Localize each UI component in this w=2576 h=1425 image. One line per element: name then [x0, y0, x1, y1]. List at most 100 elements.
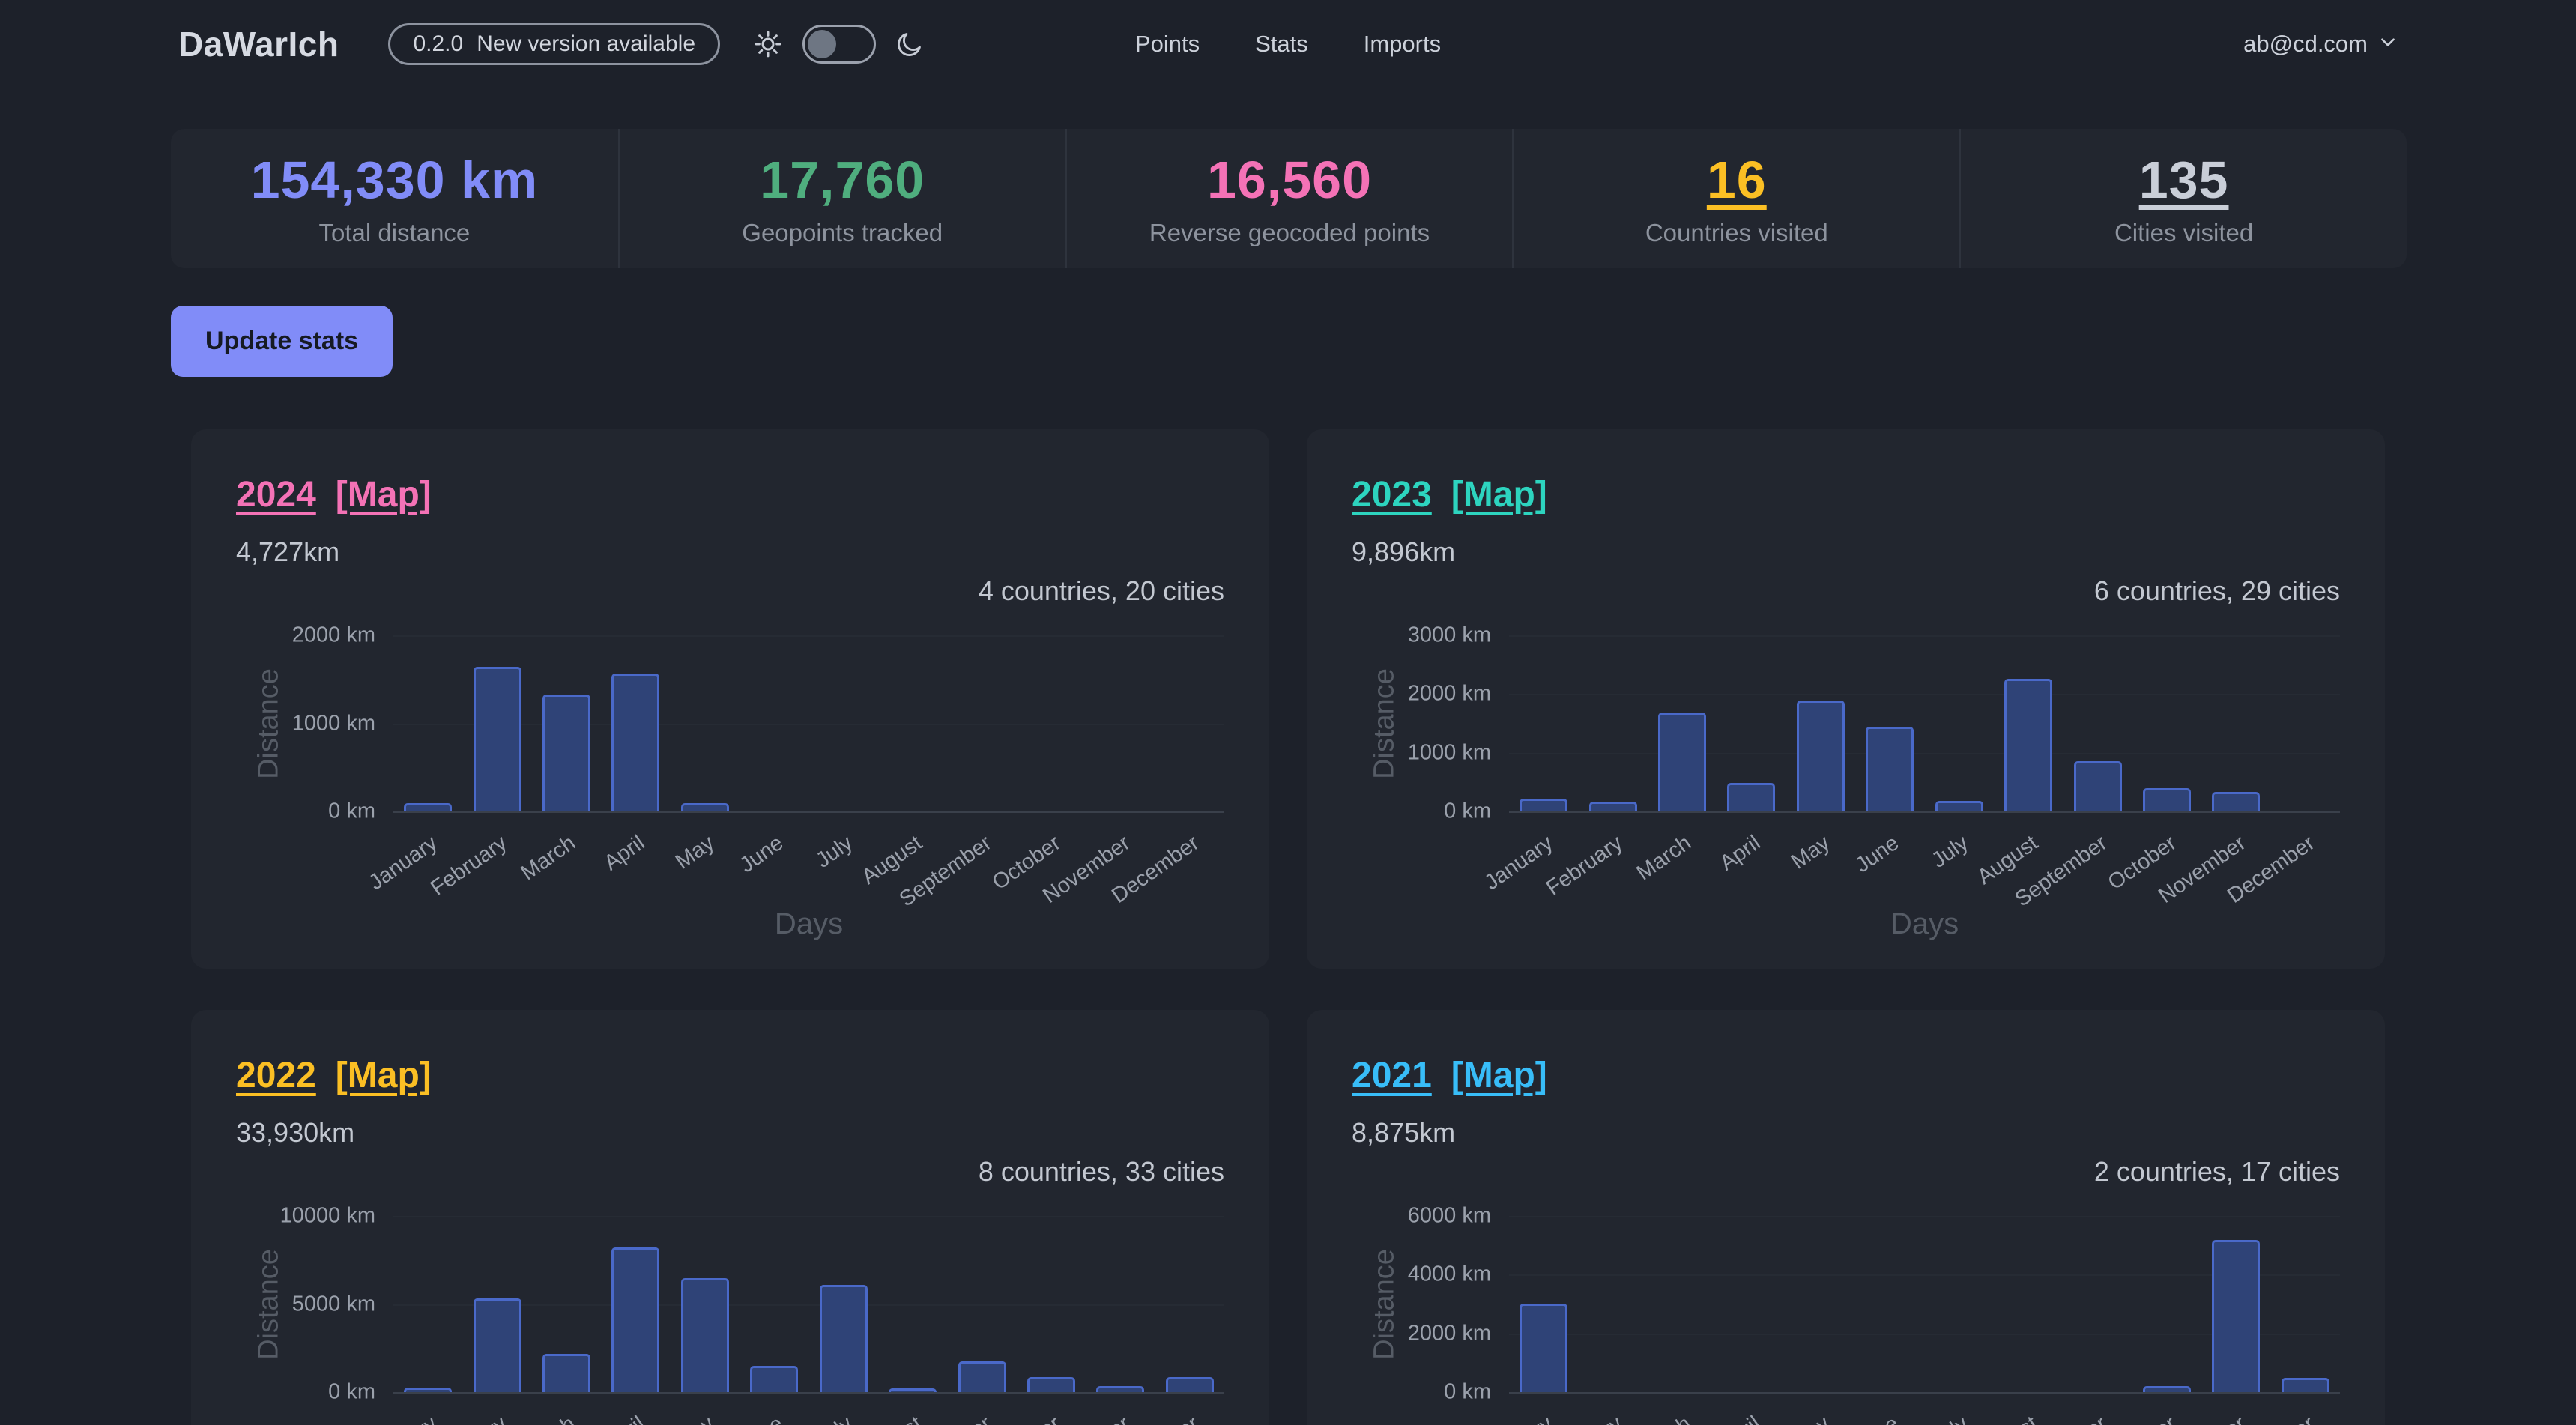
year-link-2024[interactable]: 2024 [236, 474, 316, 515]
gridline [1509, 635, 2340, 637]
bar [1520, 799, 1567, 811]
stat-value-reverse-geocoded: 16,560 [1207, 150, 1372, 210]
bar [611, 674, 659, 811]
y-tick-label: 2000 km [236, 623, 375, 648]
version-badge[interactable]: 0.2.0 New version available [388, 23, 720, 65]
stat-label-countries-visited: Countries visited [1645, 219, 1828, 247]
stat-value-total-distance: 154,330 km [251, 150, 539, 210]
x-tick-label: May [671, 831, 719, 874]
update-stats-button[interactable]: Update stats [171, 306, 393, 377]
map-link-2023[interactable]: [Map] [1451, 474, 1547, 515]
x-axis-title: Days [1890, 907, 1959, 941]
y-tick-label: 0 km [236, 799, 375, 824]
bar [1727, 783, 1775, 811]
y-axis-title: Distance [1369, 1249, 1401, 1360]
y-tick-label: 3000 km [1352, 623, 1491, 648]
bar [1027, 1377, 1075, 1392]
x-tick-label: May [671, 1412, 719, 1425]
map-link-2021[interactable]: [Map] [1451, 1055, 1547, 1096]
stat-countries-visited: 16 Countries visited [1512, 129, 1959, 268]
nav-stats[interactable]: Stats [1255, 31, 1308, 58]
gridline [393, 635, 1224, 637]
moon-icon [895, 30, 924, 58]
bar [1096, 1386, 1144, 1392]
stat-value-geopoints: 17,760 [760, 150, 925, 210]
y-axis-title: Distance [253, 668, 285, 779]
map-link-2022[interactable]: [Map] [336, 1055, 432, 1096]
bar [1935, 801, 1983, 811]
map-link-2024[interactable]: [Map] [336, 474, 432, 515]
x-tick-label: May [1787, 831, 1835, 874]
bar [1589, 802, 1637, 811]
bar [889, 1388, 937, 1392]
bar [681, 1278, 729, 1392]
year-countries-cities: 6 countries, 29 cities [1352, 575, 2340, 608]
stats-summary-bar: 154,330 km Total distance 17,760 Geopoin… [171, 129, 2407, 268]
x-tick-label: June [736, 1412, 788, 1425]
bar [1658, 712, 1706, 811]
x-tick-label: March [517, 1412, 581, 1425]
theme-toggle[interactable] [802, 25, 876, 64]
x-tick-label: July [1927, 1412, 1973, 1425]
nav-imports[interactable]: Imports [1364, 31, 1441, 58]
x-tick-label: April [1716, 1412, 1765, 1425]
x-tick-label: April [1716, 831, 1765, 876]
x-tick-label: March [517, 831, 581, 886]
x-tick-label: January [365, 1412, 442, 1425]
x-axis-title: Days [775, 907, 843, 941]
stat-total-distance: 154,330 km Total distance [171, 129, 618, 268]
theme-switcher [753, 25, 924, 64]
gridline [1509, 1392, 2340, 1394]
bar [2212, 792, 2260, 811]
x-tick-label: March [1633, 1412, 1696, 1425]
x-tick-label: July [811, 1412, 857, 1425]
sun-icon [753, 29, 783, 59]
year-link-2023[interactable]: 2023 [1352, 474, 1432, 515]
bar [1797, 701, 1845, 811]
gridline [1509, 1216, 2340, 1217]
x-tick-label: February [1542, 1412, 1627, 1425]
year-link-2021[interactable]: 2021 [1352, 1055, 1432, 1096]
stat-value-countries-visited[interactable]: 16 [1707, 150, 1767, 210]
bar-chart-2023: 0 km1000 km2000 km3000 kmJanuaryFebruary… [1352, 623, 2340, 938]
year-countries-cities: 4 countries, 20 cities [236, 575, 1224, 608]
bar [404, 803, 452, 811]
gridline [393, 811, 1224, 813]
x-tick-label: July [811, 831, 857, 874]
x-tick-label: April [600, 1412, 650, 1425]
user-menu[interactable]: ab@cd.com [2243, 31, 2398, 58]
bar [2143, 1386, 2191, 1392]
x-tick-label: June [1851, 831, 1904, 878]
bar [958, 1361, 1006, 1392]
bar [611, 1247, 659, 1392]
bar [1520, 1304, 1567, 1392]
year-countries-cities: 8 countries, 33 cities [236, 1156, 1224, 1189]
nav-points[interactable]: Points [1135, 31, 1200, 58]
year-distance: 33,930km [236, 1117, 1224, 1150]
chevron-down-icon [2378, 31, 2398, 58]
main-nav: Points Stats Imports [1135, 31, 1441, 58]
bar [2212, 1240, 2260, 1392]
bar [474, 667, 521, 811]
stat-value-cities-visited[interactable]: 135 [2139, 150, 2229, 210]
stat-cities-visited: 135 Cities visited [1959, 129, 2407, 268]
year-distance: 8,875km [1352, 1117, 2340, 1150]
bar [2004, 679, 2052, 811]
user-email: ab@cd.com [2243, 31, 2368, 58]
year-card-2022: 2022 [Map] 33,930km 8 countries, 33 citi… [191, 1010, 1269, 1425]
year-card-2021: 2021 [Map] 8,875km 2 countries, 17 citie… [1307, 1010, 2385, 1425]
bar [1866, 727, 1914, 811]
gridline [393, 1216, 1224, 1217]
bar [474, 1298, 521, 1392]
year-link-2022[interactable]: 2022 [236, 1055, 316, 1096]
year-distance: 4,727km [236, 536, 1224, 569]
bar [2143, 788, 2191, 811]
bar [681, 803, 729, 811]
bar-chart-2022: 0 km5000 km10000 kmJanuaryFebruaryMarchA… [236, 1204, 1224, 1425]
stat-geopoints: 17,760 Geopoints tracked [618, 129, 1065, 268]
y-tick-label: 6000 km [1352, 1204, 1491, 1229]
stat-reverse-geocoded: 16,560 Reverse geocoded points [1065, 129, 1513, 268]
x-tick-label: August [1973, 1412, 2043, 1425]
stat-label-total-distance: Total distance [319, 219, 471, 247]
x-tick-label: October [988, 1412, 1065, 1425]
